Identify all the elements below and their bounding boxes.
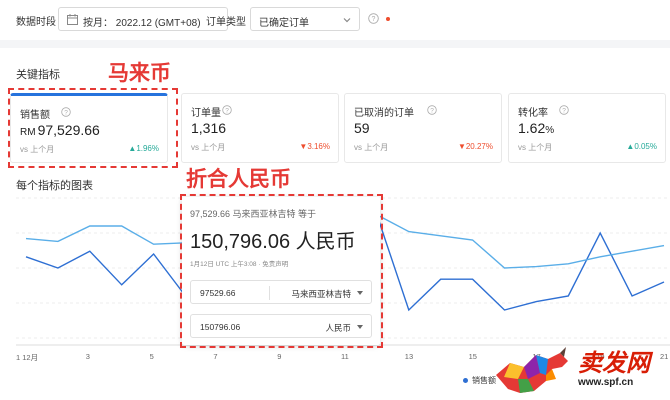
metric-value: 1.62% xyxy=(518,120,554,136)
legend-sales-dot xyxy=(463,378,468,384)
converter-annotation-box xyxy=(180,194,383,348)
help-icon[interactable]: ? xyxy=(368,13,379,24)
order-type-value: 已确定订单 xyxy=(259,18,309,29)
x-tick-label: 11 xyxy=(341,352,349,361)
svg-text:?: ? xyxy=(562,107,566,114)
metric-card[interactable]: 已取消的订单? 59 vs 上个月 ▼20.27% xyxy=(344,93,502,163)
metric-number: 1.62 xyxy=(518,120,546,136)
help-icon[interactable]: ? xyxy=(427,105,437,115)
currency-annotation: 马来币 xyxy=(108,62,171,85)
metric-label: 已取消的订单 xyxy=(354,108,414,119)
metric-number: 59 xyxy=(354,120,370,136)
svg-text:?: ? xyxy=(372,16,376,23)
help-icon[interactable]: ? xyxy=(559,105,569,115)
metric-value: 1,316 xyxy=(191,120,226,136)
x-tick-label: 9 xyxy=(277,352,282,361)
bull-logo-icon xyxy=(496,347,568,393)
metric-comparison: vs 上个月 xyxy=(354,143,389,152)
period-value: 按月： 2022.12 (GMT+08) xyxy=(83,18,201,29)
x-tick-label: 3 xyxy=(85,352,90,361)
converter-annotation: 折合人民币 xyxy=(186,168,291,191)
metric-card[interactable]: 转化率? 1.62% vs 上个月 ▲0.05% xyxy=(508,93,666,163)
metric-change: ▼20.27% xyxy=(458,142,493,151)
svg-text:?: ? xyxy=(225,107,229,114)
change-value: 3.16% xyxy=(307,142,330,151)
notification-dot xyxy=(386,17,390,21)
order-type-select[interactable]: 已确定订单 xyxy=(250,7,360,31)
order-type-label: 订单类型 xyxy=(206,17,246,28)
x-tick-label: 13 xyxy=(404,352,414,361)
metric-card[interactable]: 订单量? 1,316 vs 上个月 ▼3.16% xyxy=(181,93,339,163)
change-value: 0.05% xyxy=(634,142,657,151)
metric-number: 1,316 xyxy=(191,120,227,136)
metric-comparison: vs 上个月 xyxy=(518,143,553,152)
metric-comparison: vs 上个月 xyxy=(191,143,226,152)
svg-text:?: ? xyxy=(430,107,434,114)
x-tick-label: 1 12月 xyxy=(16,353,39,362)
watermark-url: www.spf.cn xyxy=(578,377,634,388)
metric-label: 订单量 xyxy=(191,108,221,119)
currency-annotation-box xyxy=(8,88,178,168)
metric-change: ▲0.05% xyxy=(626,142,657,151)
period-label: 数据时段 xyxy=(16,17,56,28)
metric-label: 转化率 xyxy=(518,108,548,119)
help-icon[interactable]: ? xyxy=(222,105,232,115)
metric-suffix: % xyxy=(545,125,555,136)
watermark: 卖发网 www.spf.cn xyxy=(486,343,670,400)
metric-value: 59 xyxy=(354,120,370,136)
x-tick-label: 15 xyxy=(468,352,477,361)
chevron-down-icon xyxy=(343,18,351,23)
change-arrow-icon: ▼ xyxy=(457,142,466,151)
x-tick-label: 5 xyxy=(149,352,154,361)
metric-change: ▼3.16% xyxy=(299,142,330,151)
period-picker[interactable]: 按月： 2022.12 (GMT+08) xyxy=(58,7,228,31)
x-tick-label: 7 xyxy=(213,352,218,361)
change-value: 20.27% xyxy=(465,142,493,151)
calendar-icon xyxy=(67,14,78,25)
watermark-text: 卖发网 xyxy=(578,348,650,377)
section-title: 关键指标 xyxy=(16,69,60,81)
